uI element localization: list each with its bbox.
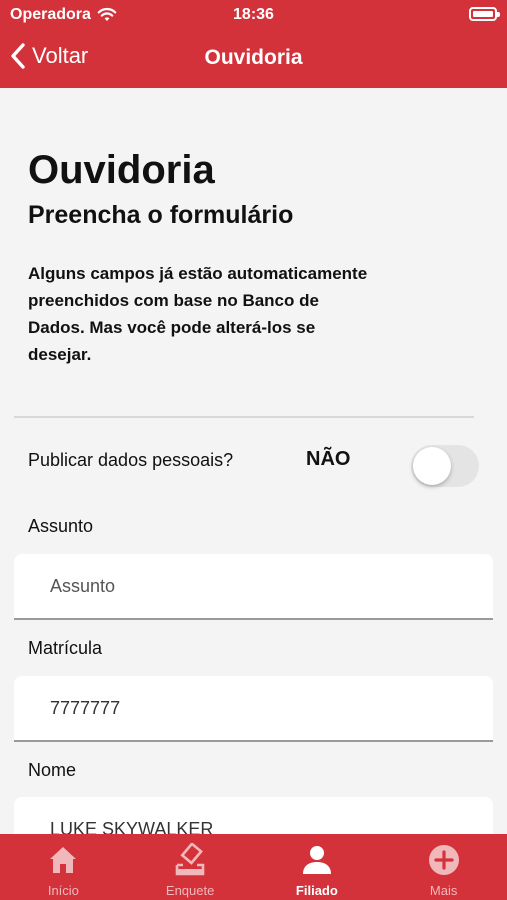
person-icon [302,846,331,874]
nome-label: Nome [28,760,77,780]
divider [14,416,474,418]
publish-state: NÃO [306,448,351,470]
tab-label: Filiado [295,883,338,898]
info-line: preenchidos com base no Banco de [28,291,319,310]
info-text: Alguns campos já estão automaticamente p… [28,260,448,368]
home-icon [50,847,77,873]
battery-icon [469,7,500,21]
tab-label: Início [47,883,79,898]
tab-inicio[interactable]: Início [0,834,127,900]
ballot-icon [175,843,205,876]
page-subtitle: Preencha o formulário [28,201,294,229]
matricula-field[interactable] [14,676,493,742]
nome-field[interactable] [14,797,493,834]
info-line: Dados. Mas você pode alterá-los se [28,318,316,337]
tab-filiado[interactable]: Filiado [254,834,381,900]
page-title: Ouvidoria [28,148,215,192]
form-content[interactable]: Ouvidoria Preencha o formulário Alguns c… [0,88,507,834]
matricula-label: Matrícula [28,638,103,658]
tab-mais[interactable]: Mais [380,834,507,900]
toggle-knob [413,447,451,485]
tab-label: Mais [429,883,458,898]
top-bar: Operadora 18:36 Voltar Ouvidoria [0,0,507,88]
tab-label: Enquete [165,883,215,898]
tab-enquete[interactable]: Enquete [127,834,254,900]
matricula-input[interactable] [50,698,470,719]
assunto-field[interactable] [14,554,493,620]
tab-bar: Início Enquete Filiado Mais [0,834,507,900]
status-bar: Operadora 18:36 [0,0,507,30]
publish-label: Publicar dados pessoais? [28,450,234,470]
plus-circle-icon [428,845,459,875]
info-line: Alguns campos já estão automaticamente [28,264,368,283]
nav-title: Ouvidoria [204,46,303,69]
nome-input[interactable] [50,819,470,834]
assunto-input[interactable] [50,576,470,597]
navigation-bar: Voltar Ouvidoria [0,36,507,80]
status-time: 18:36 [233,6,274,23]
info-line: desejar. [28,345,92,364]
assunto-label: Assunto [28,516,94,536]
publish-toggle[interactable] [411,445,479,487]
